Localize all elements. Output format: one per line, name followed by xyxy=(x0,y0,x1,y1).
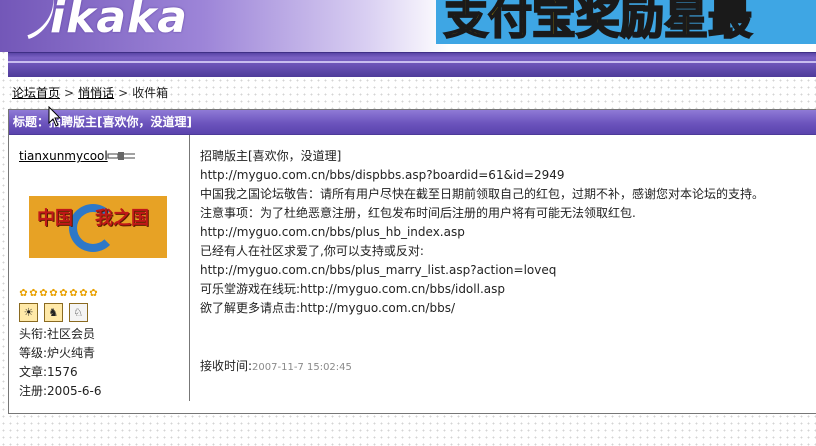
ad-banner-text: 支付宝奖励星最 xyxy=(443,0,753,44)
message-line: http://myguo.com.cn/bbs/plus_hb_index.as… xyxy=(200,225,465,239)
message-line: http://myguo.com.cn/bbs/plus_marry_list.… xyxy=(200,263,557,277)
sun-badge-icon: ☀ xyxy=(19,303,38,322)
rank-star-icon: ✿ xyxy=(49,288,59,299)
received-label: 接收时间: xyxy=(200,359,253,373)
rank-star-icon: ✿ xyxy=(79,288,89,299)
received-time: 2007-11-7 15:02:45 xyxy=(252,362,352,373)
message-panel: 标题：招聘版主[喜欢你，没道理] tianxunmycool 中国 我之国 ✿✿… xyxy=(8,109,816,414)
rank-star-icon: ✿ xyxy=(19,288,29,299)
message-line: http://myguo.com.cn/bbs/dispbbs.asp?boar… xyxy=(200,168,565,182)
ad-banner[interactable]: 支付宝奖励星最 xyxy=(436,0,816,44)
sender-title: 头衔:社区会员 xyxy=(19,327,96,341)
message-title: 标题：招聘版主[喜欢你，没道理] xyxy=(9,110,816,135)
sender-posts: 文章:1576 xyxy=(19,365,78,379)
sender-registered: 注册:2005-6-6 xyxy=(19,384,102,398)
breadcrumb-separator: > xyxy=(118,86,129,100)
site-logo[interactable]: ikaka xyxy=(50,0,188,43)
rank-star-icon: ✿ xyxy=(69,288,79,299)
message-line: 中国我之国论坛敬告：请所有用户尽快在截至日期前领取自己的红包，过期不补，感谢您对… xyxy=(200,187,765,201)
rank-stars: ✿✿✿✿✿✿✿✿ xyxy=(19,288,99,299)
avatar-text-left: 中国 xyxy=(37,208,73,229)
message-line: 招聘版主[喜欢你，没道理] xyxy=(200,149,342,163)
online-status-icon xyxy=(107,152,135,160)
rank-star-icon: ✿ xyxy=(59,288,69,299)
sender-level: 等级:炉火纯青 xyxy=(19,346,96,360)
badge-list: ☀ ♞ ♘ xyxy=(19,303,90,322)
site-header: ikaka 支付宝奖励星最 xyxy=(0,0,816,52)
sender-info: tianxunmycool 中国 我之国 ✿✿✿✿✿✿✿✿ ☀ ♞ ♘ 头衔:社… xyxy=(9,135,190,401)
message-line: 可乐堂游戏在线玩:http://myguo.com.cn/bbs/idoll.a… xyxy=(200,282,505,296)
dog-badge-icon: ♘ xyxy=(68,303,88,322)
breadcrumb-inbox: 收件箱 xyxy=(132,86,169,100)
squirrel-badge-icon: ♞ xyxy=(43,303,63,322)
rank-star-icon: ✿ xyxy=(29,288,39,299)
message-line: 注意事项：为了杜绝恶意注册，红包发布时间后注册的用户将有可能无法领取红包. xyxy=(200,206,636,220)
breadcrumb-separator: > xyxy=(64,86,75,100)
rank-star-icon: ✿ xyxy=(39,288,49,299)
breadcrumb-private-messages[interactable]: 悄悄话 xyxy=(78,86,114,100)
message-body: 招聘版主[喜欢你，没道理] http://myguo.com.cn/bbs/di… xyxy=(200,147,764,318)
breadcrumb: 论坛首页 > 悄悄话 > 收件箱 xyxy=(12,84,168,101)
mouse-cursor-icon xyxy=(48,106,62,127)
received-info: 接收时间:2007-11-7 15:02:45 xyxy=(200,357,352,374)
message-line: 已经有人在社区求爱了,你可以支持或反对: xyxy=(200,244,424,258)
breadcrumb-forum-home[interactable]: 论坛首页 xyxy=(12,86,60,100)
rank-star-icon: ✿ xyxy=(89,288,99,299)
avatar-text-right: 我之国 xyxy=(95,208,149,229)
avatar: 中国 我之国 xyxy=(29,196,167,258)
message-line: 欲了解更多请点击:http://myguo.com.cn/bbs/ xyxy=(200,301,455,315)
nav-bar xyxy=(8,52,816,77)
sender-username[interactable]: tianxunmycool xyxy=(19,149,108,163)
